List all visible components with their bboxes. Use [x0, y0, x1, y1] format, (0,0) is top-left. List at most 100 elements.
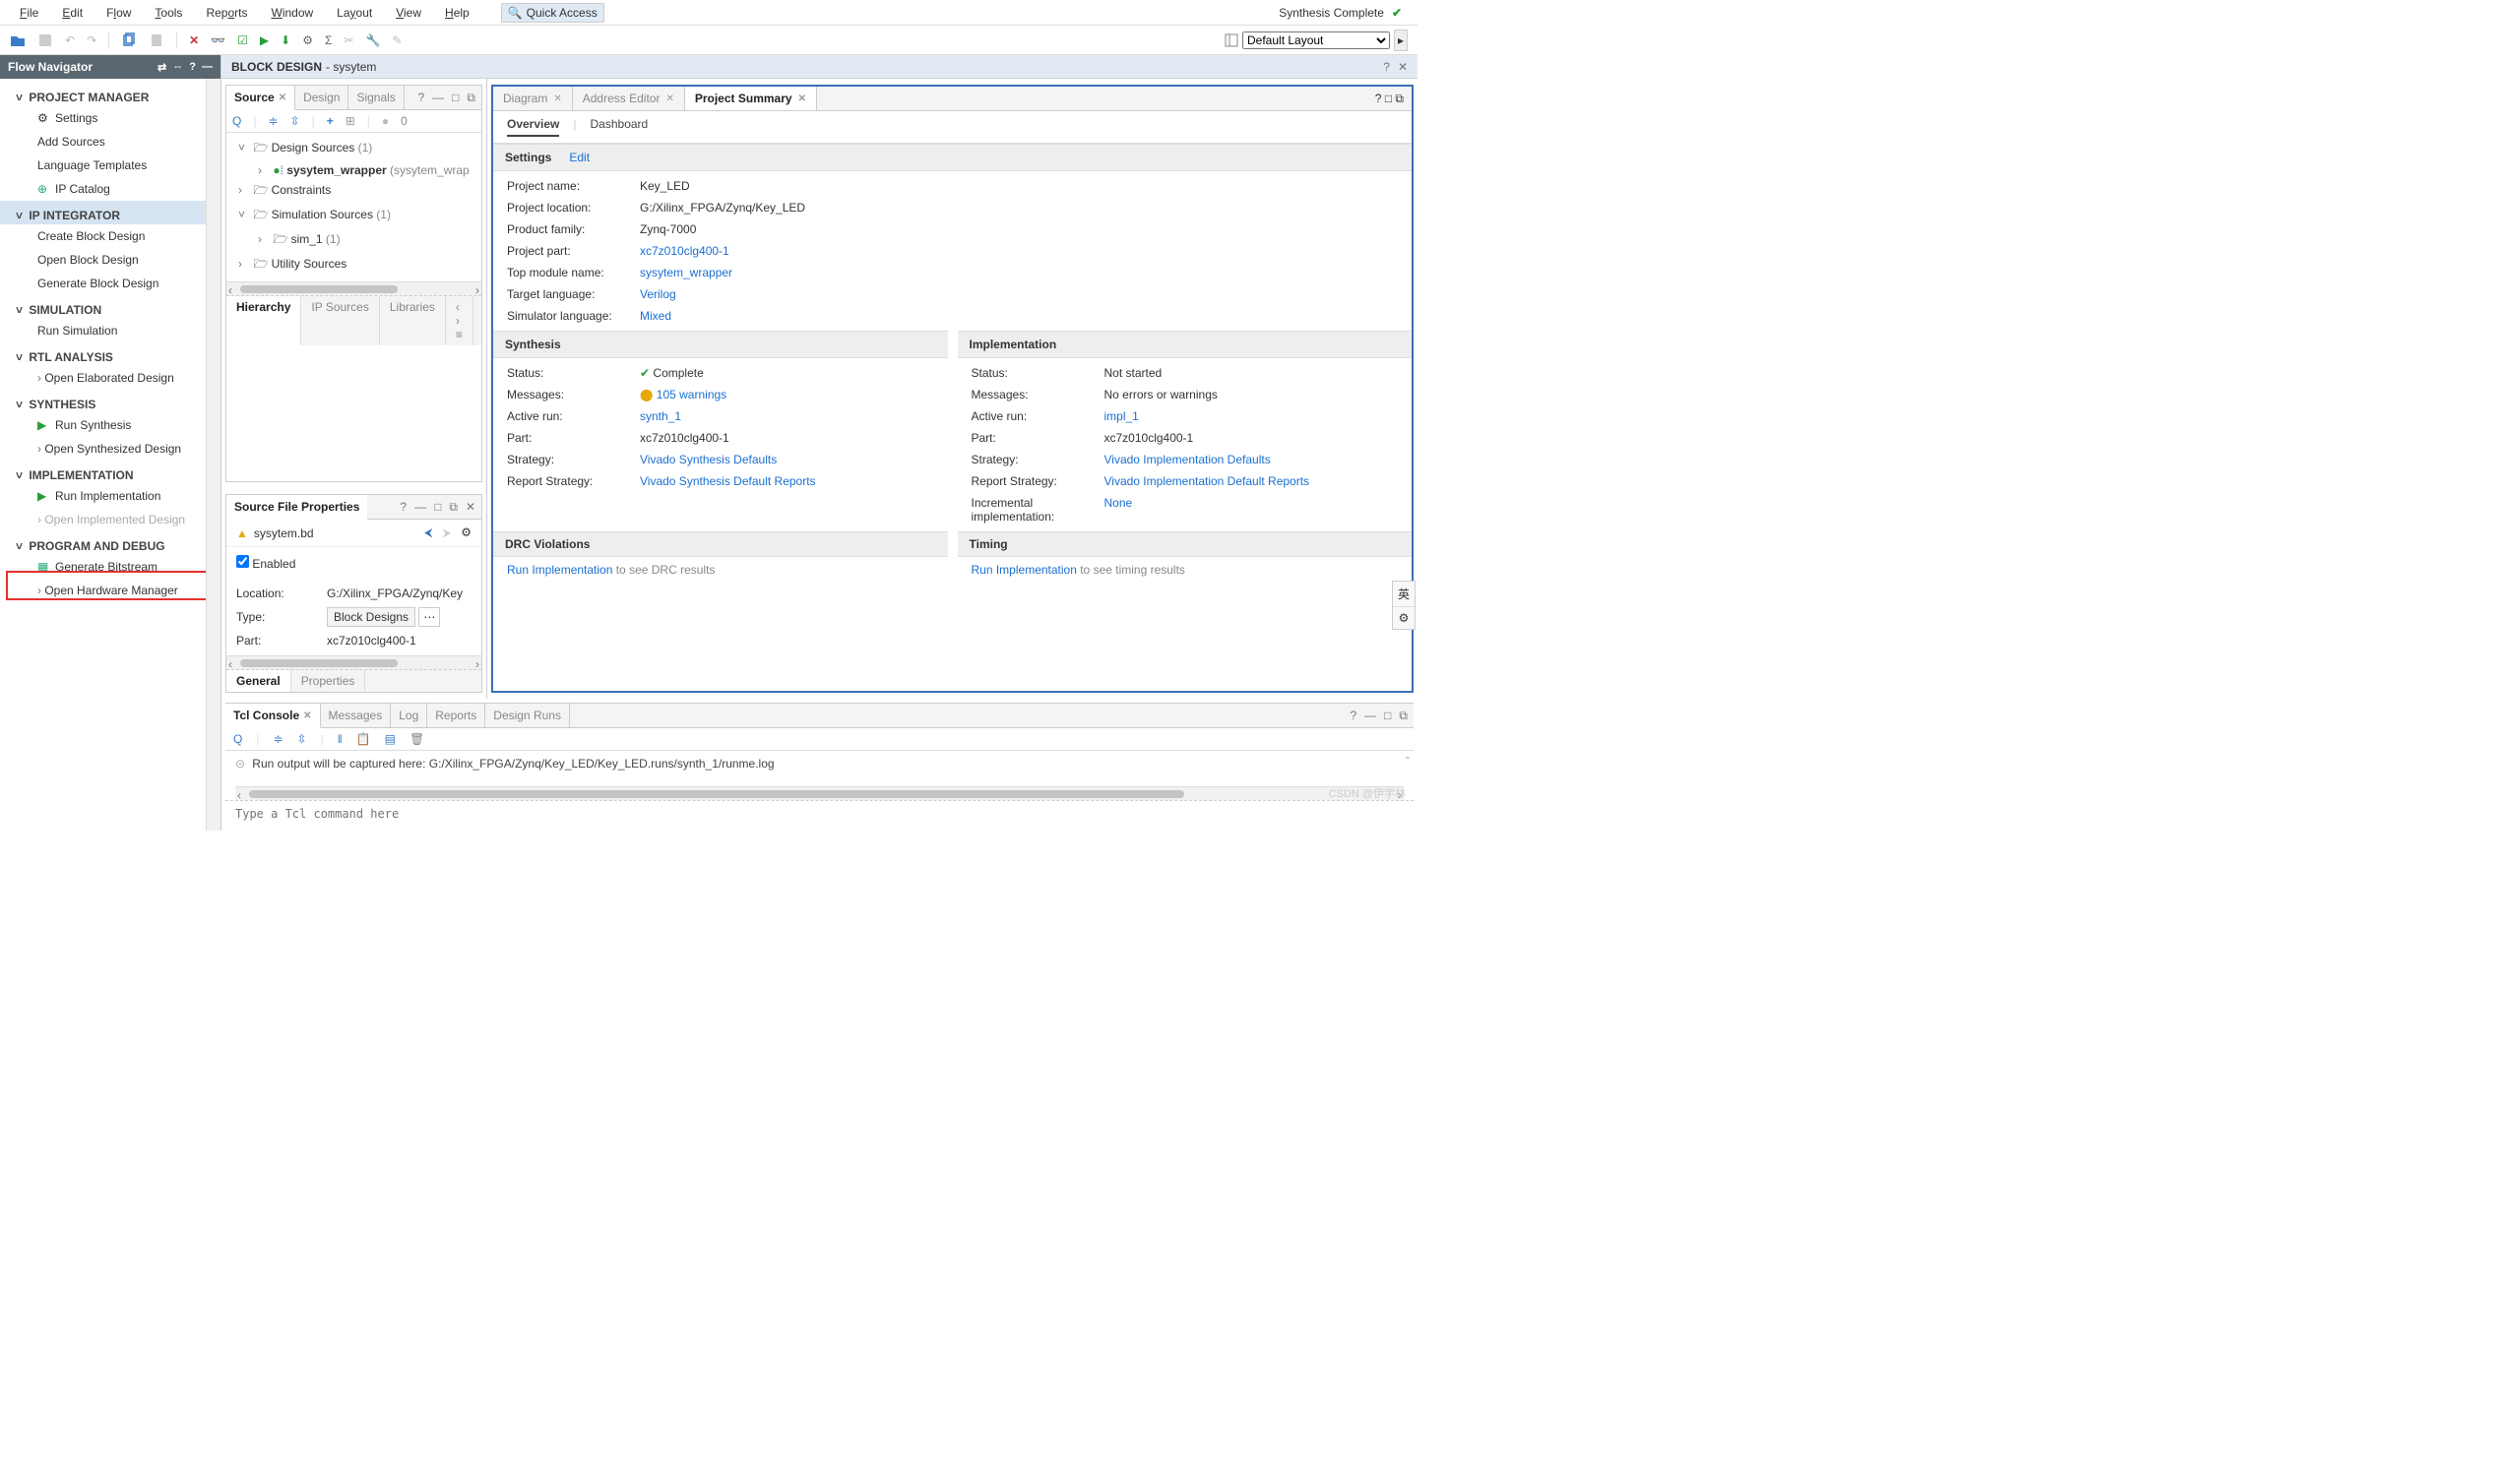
tab-design-runs[interactable]: Design Runs — [485, 704, 570, 727]
close-icon[interactable]: ✕ — [303, 710, 311, 721]
pin-icon[interactable]: ⇔ — [172, 61, 183, 74]
run-implementation-link[interactable]: Run Implementation — [972, 563, 1077, 577]
tab-reports[interactable]: Reports — [427, 704, 485, 727]
redo-icon[interactable]: ↷ — [87, 33, 96, 47]
btab-libraries[interactable]: Libraries — [380, 296, 446, 345]
console-scroll-up[interactable]: ˆ — [1406, 755, 1410, 769]
node-sim-sources[interactable]: ˅ 🗁 Simulation Sources (1) — [228, 204, 479, 228]
nav-open-synthesized-design[interactable]: › Open Synthesized Design — [0, 437, 206, 461]
enabled-checkbox[interactable]: Enabled — [236, 557, 295, 571]
section-implementation[interactable]: ˅ IMPLEMENTATION — [0, 461, 206, 484]
btab-more[interactable]: ‹ › ≡ — [446, 296, 473, 345]
row-value[interactable]: None — [1104, 496, 1399, 524]
minimize-icon[interactable]: — — [1364, 709, 1376, 723]
open-icon[interactable] — [10, 32, 26, 48]
fileprops-hscroll[interactable]: ‹› — [226, 655, 481, 669]
layout-dropdown[interactable]: Default Layout — [1242, 31, 1390, 49]
tab-signals[interactable]: Signals — [348, 86, 404, 109]
tab-address-editor[interactable]: Address Editor✕ — [573, 87, 685, 110]
menu-reports[interactable]: Reports — [194, 2, 259, 24]
nav-language-templates[interactable]: Language Templates — [0, 154, 206, 177]
nav-settings[interactable]: ⚙Settings — [0, 106, 206, 130]
btab-general[interactable]: General — [226, 670, 291, 692]
nav-run-implementation[interactable]: ▶Run Implementation — [0, 484, 206, 508]
dot-icon[interactable]: ● — [382, 114, 389, 128]
tab-diagram[interactable]: Diagram✕ — [493, 87, 573, 110]
section-program-debug[interactable]: ˅ PROGRAM AND DEBUG — [0, 531, 206, 555]
quick-access-search[interactable]: 🔍 Quick Access — [501, 3, 604, 23]
row-value[interactable]: Vivado Synthesis Defaults — [640, 453, 934, 466]
menu-flow[interactable]: Flow — [94, 2, 143, 24]
nav-open-implemented-design[interactable]: › Open Implemented Design — [0, 508, 206, 531]
ime-settings-icon[interactable]: ⚙ — [1393, 607, 1415, 629]
menu-window[interactable]: Window — [259, 2, 325, 24]
node-constraints[interactable]: › 🗁 Constraints — [228, 179, 479, 204]
restore-icon[interactable]: ⧉ — [449, 500, 458, 515]
settings-value[interactable]: Mixed — [640, 309, 1398, 323]
row-value[interactable]: synth_1 — [640, 409, 934, 423]
nav-open-elaborated-design[interactable]: › Open Elaborated Design — [0, 366, 206, 390]
type-more-button[interactable]: ⋯ — [418, 607, 440, 627]
tab-log[interactable]: Log — [391, 704, 427, 727]
section-synthesis[interactable]: ˅ SYNTHESIS — [0, 390, 206, 413]
btab-ip-sources[interactable]: IP Sources — [301, 296, 379, 345]
forward-icon[interactable]: ⮞ — [443, 525, 452, 540]
nav-run-synthesis[interactable]: ▶Run Synthesis — [0, 413, 206, 437]
help-icon[interactable]: ? — [1375, 92, 1382, 105]
sources-hscroll[interactable]: ‹› — [226, 281, 481, 295]
section-ip-integrator[interactable]: ˅ IP INTEGRATOR — [0, 201, 206, 224]
row-value[interactable]: impl_1 — [1104, 409, 1399, 423]
close-icon[interactable]: ✕ — [279, 93, 286, 103]
nav-ip-catalog[interactable]: ⊕IP Catalog — [0, 177, 206, 201]
tab-design[interactable]: Design — [295, 86, 348, 109]
settings-value[interactable]: sysytem_wrapper — [640, 266, 1398, 279]
nav-add-sources[interactable]: Add Sources — [0, 130, 206, 154]
maximize-icon[interactable]: □ — [1385, 92, 1392, 105]
menu-edit[interactable]: Edit — [50, 2, 94, 24]
help-icon[interactable]: ? — [417, 91, 424, 105]
maximize-icon[interactable]: □ — [452, 91, 459, 105]
help-icon[interactable]: ? — [189, 61, 196, 74]
help-icon[interactable]: ? — [400, 500, 407, 515]
nav-generate-block-design[interactable]: Generate Block Design — [0, 272, 206, 295]
scissors-icon[interactable]: ✂ — [344, 33, 353, 47]
restore-icon[interactable]: ⧉ — [1399, 709, 1408, 723]
row-value[interactable]: ⬤ 105 warnings — [640, 388, 934, 401]
nav-create-block-design[interactable]: Create Block Design — [0, 224, 206, 248]
restore-icon[interactable]: ⧉ — [1395, 92, 1404, 105]
help-icon[interactable]: ? — [1383, 60, 1390, 74]
pause-icon[interactable]: ‖ — [338, 732, 343, 746]
menu-view[interactable]: View — [384, 2, 433, 24]
section-project-manager[interactable]: ˅ PROJECT MANAGER — [0, 83, 206, 106]
tab-tcl-console[interactable]: Tcl Console✕ — [225, 704, 321, 728]
node-utility[interactable]: › 🗁 Utility Sources — [228, 253, 479, 278]
gear-icon[interactable]: ⚙ — [461, 525, 472, 540]
subtab-overview[interactable]: Overview — [507, 117, 559, 137]
brush-icon[interactable]: ✎ — [392, 33, 402, 47]
close-icon[interactable]: ✕ — [553, 93, 561, 104]
settings-value[interactable]: xc7z010clg400-1 — [640, 244, 1398, 258]
wrench-icon[interactable]: 🔧 — [365, 33, 380, 47]
copy-icon[interactable]: 📋 — [356, 732, 371, 746]
type-value[interactable]: Block Designs — [327, 607, 415, 627]
node-design-sources[interactable]: ˅ 🗁 Design Sources (1) — [228, 137, 479, 161]
menu-layout[interactable]: Layout — [325, 2, 384, 24]
copy-icon[interactable] — [121, 32, 137, 48]
minimize-icon[interactable]: — — [432, 91, 444, 105]
row-value[interactable]: Vivado Synthesis Default Reports — [640, 474, 934, 488]
section-simulation[interactable]: ˅ SIMULATION — [0, 295, 206, 319]
expand-icon[interactable]: ⇳ — [297, 732, 307, 746]
tab-project-summary[interactable]: Project Summary✕ — [685, 87, 817, 110]
tab-source[interactable]: Source✕ — [226, 86, 295, 110]
save-icon[interactable] — [37, 32, 53, 48]
run-icon[interactable]: ▶ — [260, 33, 269, 47]
list-icon[interactable]: ▤ — [385, 732, 396, 746]
node-wrapper[interactable]: › ●⁞ sysytem_wrapper (sysytem_wrap — [228, 161, 479, 179]
expand-all-icon[interactable]: ⇳ — [290, 114, 300, 128]
trash-icon[interactable]: 🗑 — [410, 732, 424, 746]
section-rtl-analysis[interactable]: ˅ RTL ANALYSIS — [0, 342, 206, 366]
tab-messages[interactable]: Messages — [321, 704, 392, 727]
step-icon[interactable]: ⬇ — [281, 33, 290, 47]
nav-open-block-design[interactable]: Open Block Design — [0, 248, 206, 272]
subtab-dashboard[interactable]: Dashboard — [591, 117, 649, 137]
